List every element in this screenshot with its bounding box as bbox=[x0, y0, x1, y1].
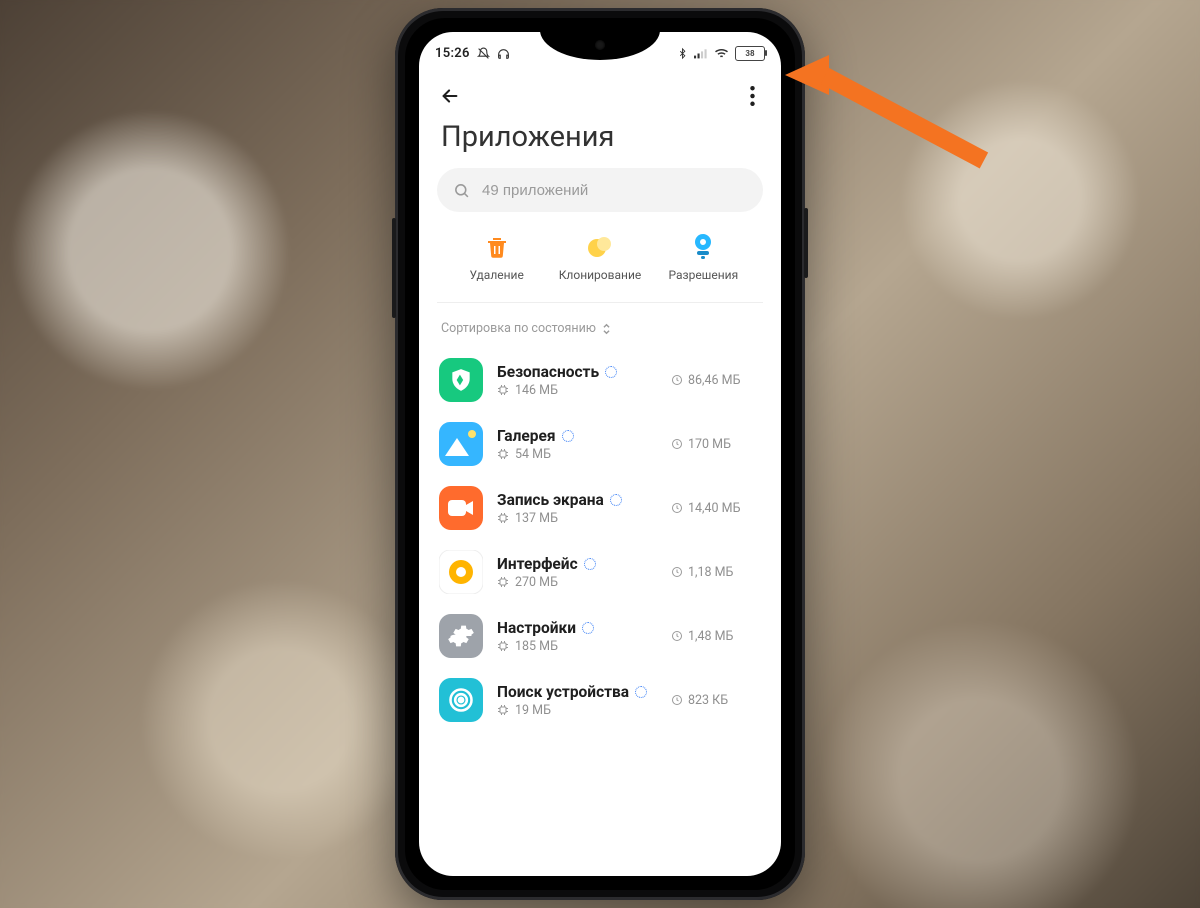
chip-icon bbox=[497, 640, 509, 652]
app-body: Настройки 185 МБ bbox=[497, 619, 657, 654]
volume-button bbox=[392, 218, 396, 318]
permissions-icon bbox=[690, 234, 716, 260]
loading-spinner-icon bbox=[584, 558, 596, 570]
chip-icon bbox=[497, 384, 509, 396]
sort-toggle[interactable]: Сортировка по состоянию bbox=[419, 303, 781, 348]
loading-spinner-icon bbox=[562, 430, 574, 442]
trash-icon bbox=[484, 234, 510, 260]
apps-list: Безопасность 146 МБ 86,46 МБ Галерея 54 МБ 17… bbox=[419, 348, 781, 732]
back-button[interactable] bbox=[439, 85, 461, 107]
clock-icon bbox=[671, 566, 683, 578]
background-photo: 15:26 bbox=[0, 0, 1200, 908]
power-button bbox=[804, 208, 808, 278]
clone-icon bbox=[587, 234, 613, 260]
sort-label: Сортировка по состоянию bbox=[441, 321, 596, 336]
loading-spinner-icon bbox=[582, 622, 594, 634]
circle-app-icon bbox=[439, 550, 483, 594]
app-name: Настройки bbox=[497, 619, 576, 637]
bluetooth-icon bbox=[677, 47, 688, 60]
quick-delete-label: Удаление bbox=[469, 268, 523, 282]
clock-icon bbox=[671, 630, 683, 642]
quick-delete[interactable]: Удаление bbox=[446, 234, 548, 282]
app-storage-value: 270 МБ bbox=[515, 575, 558, 590]
sort-chevrons-icon bbox=[602, 323, 611, 335]
chip-icon bbox=[497, 512, 509, 524]
chip-icon bbox=[497, 576, 509, 588]
app-storage-value: 185 МБ bbox=[515, 639, 558, 654]
chip-icon bbox=[497, 448, 509, 460]
app-name: Поиск устройства bbox=[497, 683, 629, 701]
loading-spinner-icon bbox=[635, 686, 647, 698]
app-row[interactable]: Запись экрана 137 МБ 14,40 МБ bbox=[437, 476, 763, 540]
loading-spinner-icon bbox=[610, 494, 622, 506]
quick-permissions-label: Разрешения bbox=[668, 268, 738, 282]
gear-app-icon bbox=[439, 614, 483, 658]
app-name: Галерея bbox=[497, 427, 556, 445]
app-row[interactable]: Безопасность 146 МБ 86,46 МБ bbox=[437, 348, 763, 412]
quick-clone[interactable]: Клонирование bbox=[549, 234, 651, 282]
app-row[interactable]: Поиск устройства 19 МБ 823 КБ bbox=[437, 668, 763, 732]
loading-spinner-icon bbox=[605, 366, 617, 378]
app-time: 823 КБ bbox=[671, 693, 761, 708]
app-row[interactable]: Галерея 54 МБ 170 МБ bbox=[437, 412, 763, 476]
clock-icon bbox=[671, 694, 683, 706]
search-bar[interactable] bbox=[437, 168, 763, 212]
app-body: Интерфейс 270 МБ bbox=[497, 555, 657, 590]
app-storage-value: 54 МБ bbox=[515, 447, 551, 462]
app-time-value: 86,46 МБ bbox=[688, 373, 740, 388]
headphones-icon bbox=[497, 47, 510, 60]
camera-app-icon bbox=[439, 486, 483, 530]
app-storage-value: 137 МБ bbox=[515, 511, 558, 526]
wifi-icon bbox=[714, 47, 729, 59]
app-time-value: 1,18 МБ bbox=[688, 565, 733, 580]
chip-icon bbox=[497, 704, 509, 716]
bell-off-icon bbox=[477, 47, 490, 60]
app-time: 14,40 МБ bbox=[671, 501, 761, 516]
quick-clone-label: Клонирование bbox=[559, 268, 642, 282]
app-body: Галерея 54 МБ bbox=[497, 427, 657, 462]
shield-app-icon bbox=[439, 358, 483, 402]
app-storage: 146 МБ bbox=[497, 383, 657, 398]
app-storage: 185 МБ bbox=[497, 639, 657, 654]
signal-icon bbox=[694, 48, 708, 59]
app-name: Интерфейс bbox=[497, 555, 578, 573]
app-storage: 19 МБ bbox=[497, 703, 657, 718]
app-time: 170 МБ bbox=[671, 437, 761, 452]
app-storage-value: 19 МБ bbox=[515, 703, 551, 718]
app-row[interactable]: Интерфейс 270 МБ 1,18 МБ bbox=[437, 540, 763, 604]
app-time: 86,46 МБ bbox=[671, 373, 761, 388]
phone-frame: 15:26 bbox=[395, 8, 805, 900]
app-storage: 54 МБ bbox=[497, 447, 657, 462]
search-icon bbox=[453, 182, 470, 199]
battery-icon: 38 bbox=[735, 46, 765, 61]
clock-icon bbox=[671, 438, 683, 450]
app-time: 1,18 МБ bbox=[671, 565, 761, 580]
app-storage-value: 146 МБ bbox=[515, 383, 558, 398]
app-time-value: 823 КБ bbox=[688, 693, 728, 708]
app-time: 1,48 МБ bbox=[671, 629, 761, 644]
status-time: 15:26 bbox=[435, 46, 470, 61]
app-body: Безопасность 146 МБ bbox=[497, 363, 657, 398]
quick-permissions[interactable]: Разрешения bbox=[652, 234, 754, 282]
app-body: Запись экрана 137 МБ bbox=[497, 491, 657, 526]
quick-actions: Удаление Клонирование bbox=[437, 212, 763, 303]
app-row[interactable]: Настройки 185 МБ 1,48 МБ bbox=[437, 604, 763, 668]
app-time-value: 170 МБ bbox=[688, 437, 731, 452]
app-time-value: 1,48 МБ bbox=[688, 629, 733, 644]
app-storage: 137 МБ bbox=[497, 511, 657, 526]
top-nav bbox=[419, 68, 781, 118]
app-time-value: 14,40 МБ bbox=[688, 501, 740, 516]
app-name: Безопасность bbox=[497, 363, 599, 381]
gallery-app-icon bbox=[439, 422, 483, 466]
search-input[interactable] bbox=[480, 181, 747, 200]
target-app-icon bbox=[439, 678, 483, 722]
more-options-button[interactable] bbox=[744, 82, 761, 110]
clock-icon bbox=[671, 374, 683, 386]
app-body: Поиск устройства 19 МБ bbox=[497, 683, 657, 718]
phone-screen: 15:26 bbox=[419, 32, 781, 876]
app-name: Запись экрана bbox=[497, 491, 604, 509]
app-storage: 270 МБ bbox=[497, 575, 657, 590]
page-title: Приложения bbox=[419, 118, 781, 168]
clock-icon bbox=[671, 502, 683, 514]
